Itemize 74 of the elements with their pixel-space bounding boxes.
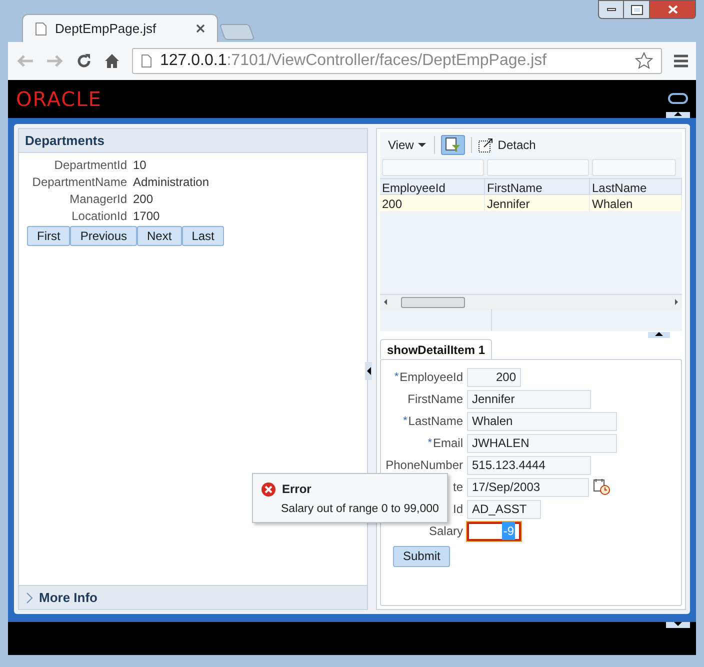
detach-button[interactable]: Detach — [478, 136, 536, 154]
calendar-clock-icon[interactable] — [593, 478, 611, 496]
filter-field[interactable] — [487, 159, 589, 176]
field-label: FirstName — [408, 391, 463, 408]
field-value: 1700 — [133, 208, 160, 224]
star-icon[interactable] — [635, 52, 653, 70]
field-label: LastName — [408, 413, 463, 430]
field-value: 200 — [133, 190, 154, 208]
input-field[interactable]: 17/Sep/2003 — [467, 478, 589, 496]
field-label: Salary — [428, 523, 463, 540]
error-message: Salary out of range 0 to 99,000 — [281, 502, 439, 517]
nav-button[interactable]: Next — [137, 226, 182, 246]
ring-icon — [668, 92, 688, 106]
close-button[interactable] — [650, 0, 696, 19]
required-mark: * — [403, 414, 408, 429]
collapse-button[interactable] — [666, 112, 690, 118]
maximize-button[interactable] — [624, 0, 650, 19]
field-label: PhoneNumber — [386, 457, 463, 474]
field-label: Id — [452, 501, 463, 518]
table-cell: Whalen — [590, 195, 682, 211]
detach-icon — [478, 136, 494, 152]
splitter-handle[interactable] — [365, 362, 372, 380]
home-icon[interactable] — [104, 53, 120, 69]
collapse-button[interactable] — [648, 332, 670, 338]
field-label: LocationId — [70, 208, 127, 224]
filter-toggle[interactable] — [440, 134, 465, 154]
field-label: ManagerId — [68, 190, 127, 208]
filter-field[interactable] — [592, 159, 676, 176]
table-row[interactable]: 200 Jennifer Whalen — [380, 195, 682, 211]
column-header[interactable]: EmployeeId — [380, 179, 485, 194]
table-cell: Jennifer — [485, 195, 590, 211]
nav-button[interactable]: Last — [182, 226, 224, 246]
view-menu[interactable]: View — [388, 136, 435, 154]
panel-header: Departments — [19, 129, 367, 153]
table-cell: 200 — [380, 195, 485, 211]
input-field[interactable]: JWHALEN — [467, 434, 617, 452]
error-title: Error — [282, 481, 312, 498]
expand-button[interactable] — [666, 622, 690, 628]
horizontal-scrollbar[interactable] — [380, 294, 682, 309]
address-bar[interactable]: 127.0.0.1:7101/ViewController/faces/DeptEmpPage.jsf — [132, 48, 662, 74]
field-label: Email — [432, 435, 463, 452]
field-value: Administration — [133, 174, 210, 190]
submit-button[interactable]: Submit — [393, 546, 450, 566]
nav-button[interactable]: First — [27, 226, 70, 246]
reload-icon[interactable] — [76, 53, 92, 69]
field-label: te — [452, 479, 463, 496]
more-info-header[interactable]: More Info — [19, 585, 367, 609]
brand-logo: ORACLE — [16, 86, 102, 113]
filter-icon — [444, 136, 461, 152]
field-label: DepartmentName — [31, 174, 127, 190]
chevron-icon — [25, 592, 33, 604]
minimize-button[interactable] — [598, 0, 624, 19]
input-field[interactable]: 515.123.4444 — [467, 456, 591, 474]
input-field[interactable]: Whalen — [467, 412, 617, 430]
input-field[interactable]: AD_ASST — [467, 500, 541, 518]
required-mark: * — [394, 370, 399, 385]
close-icon — [668, 5, 678, 14]
field-label: DepartmentId — [53, 156, 127, 174]
column-header[interactable]: LastName — [590, 179, 682, 194]
filter-field[interactable] — [382, 159, 484, 176]
close-icon[interactable] — [196, 24, 205, 33]
page-icon — [35, 22, 47, 36]
column-header[interactable]: FirstName — [485, 179, 590, 194]
field-value: 10 — [133, 156, 146, 174]
menu-icon[interactable] — [674, 54, 688, 68]
browser-tab[interactable]: DeptEmpPage.jsf — [22, 14, 218, 42]
page-icon — [141, 54, 152, 68]
detail-tab[interactable]: showDetailItem 1 — [380, 339, 492, 359]
nav-button[interactable]: Previous — [70, 226, 138, 246]
error-icon — [261, 482, 276, 496]
required-mark: * — [428, 436, 432, 451]
input-field[interactable]: Jennifer — [467, 390, 591, 408]
input-field[interactable]: 200 — [467, 368, 521, 386]
field-label: EmployeeId — [400, 369, 463, 386]
